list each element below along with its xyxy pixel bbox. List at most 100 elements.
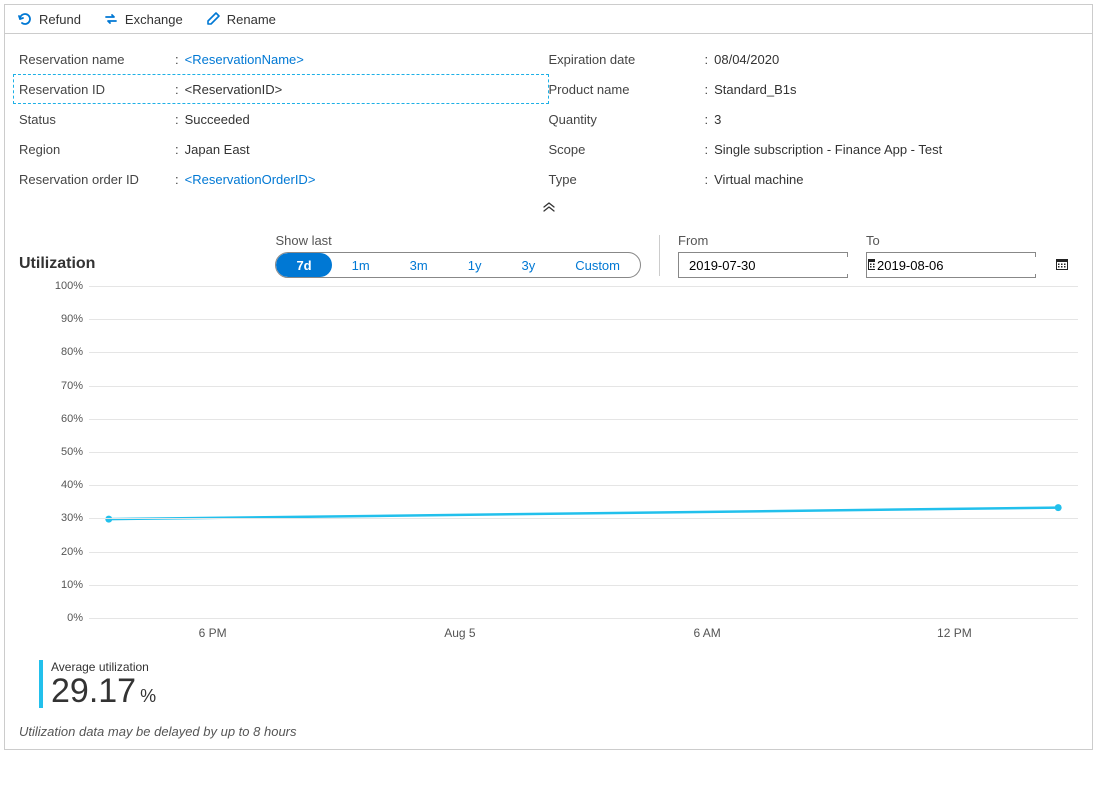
details-row: Region:Japan East [19,134,549,164]
utilization-section: Utilization Show last 7d1m3m1y3yCustom F… [5,221,1092,749]
y-tick: 80% [61,346,83,358]
x-tick: 12 PM [937,626,972,640]
field-value: Standard_B1s [714,82,796,97]
undo-icon [17,11,33,27]
show-last-label: Show last [275,233,641,248]
segment-custom[interactable]: Custom [555,253,640,277]
reservation-panel: Refund Exchange Rename Reservation name:… [4,4,1093,750]
utilization-chart: 0%10%20%30%40%50%60%70%80%90%100% 6 PMAu… [19,286,1078,656]
field-label: Quantity [549,112,705,127]
chart-x-axis: 6 PM Aug 5 6 AM 12 PM [89,618,1078,656]
vertical-divider [659,235,660,276]
field-value: Japan East [185,142,250,157]
to-input[interactable] [875,257,1055,274]
from-field: From [678,233,848,278]
to-field: To [866,233,1036,278]
field-value: 08/04/2020 [714,52,779,67]
y-tick: 90% [61,313,83,325]
field-label: Reservation order ID [19,172,175,187]
exchange-button[interactable]: Exchange [103,11,183,27]
field-value-link[interactable]: <ReservationOrderID> [185,172,316,187]
field-label: Status [19,112,175,127]
calendar-icon[interactable] [1055,257,1069,274]
details-row: Reservation ID:<ReservationID> [13,74,549,104]
y-tick: 10% [61,579,83,591]
details-left-col: Reservation name:<ReservationName>Reserv… [19,44,549,194]
field-value: 3 [714,112,721,127]
details-row: Scope:Single subscription - Finance App … [549,134,1079,164]
time-range-segmented: 7d1m3m1y3yCustom [275,252,641,278]
field-value-link[interactable]: <ReservationName> [185,52,304,67]
average-utilization: Average utilization 29.17 % [39,660,1078,708]
y-tick: 60% [61,413,83,425]
from-label: From [678,233,848,248]
grid-line [89,552,1078,553]
details-row: Reservation order ID:<ReservationOrderID… [19,164,549,194]
utilization-header: Utilization Show last 7d1m3m1y3yCustom F… [19,233,1078,278]
grid-line [89,518,1078,519]
exchange-icon [103,11,119,27]
show-last-field: Show last 7d1m3m1y3yCustom [275,233,641,278]
details-row: Expiration date:08/04/2020 [549,44,1079,74]
refund-label: Refund [39,12,81,27]
segment-1m[interactable]: 1m [332,253,390,277]
y-tick: 70% [61,380,83,392]
grid-line [89,352,1078,353]
pencil-icon [205,11,221,27]
toolbar: Refund Exchange Rename [5,5,1092,34]
details-grid: Reservation name:<ReservationName>Reserv… [5,34,1092,194]
field-value: Single subscription - Finance App - Test [714,142,942,157]
x-tick: Aug 5 [444,626,475,640]
field-label: Expiration date [549,52,705,67]
field-label: Type [549,172,705,187]
from-input-wrap[interactable] [678,252,848,278]
y-tick: 50% [61,446,83,458]
field-label: Product name [549,82,705,97]
grid-line [89,319,1078,320]
segment-3y[interactable]: 3y [501,253,555,277]
y-tick: 40% [61,479,83,491]
from-input[interactable] [687,257,867,274]
rename-label: Rename [227,12,276,27]
y-tick: 30% [61,512,83,524]
chart-y-axis: 0%10%20%30%40%50%60%70%80%90%100% [19,286,89,618]
exchange-label: Exchange [125,12,183,27]
chart-plot [89,286,1078,618]
average-value: 29.17 % [51,674,156,708]
segment-7d[interactable]: 7d [276,253,331,277]
x-tick: 6 PM [199,626,227,640]
field-label: Reservation name [19,52,175,67]
refund-button[interactable]: Refund [17,11,81,27]
field-label: Scope [549,142,705,157]
grid-line [89,386,1078,387]
rename-button[interactable]: Rename [205,11,276,27]
to-label: To [866,233,1036,248]
details-row: Product name:Standard_B1s [549,74,1079,104]
to-input-wrap[interactable] [866,252,1036,278]
segment-3m[interactable]: 3m [390,253,448,277]
grid-line [89,585,1078,586]
utilization-controls: Show last 7d1m3m1y3yCustom From To [275,233,1036,278]
field-label: Region [19,142,175,157]
details-row: Type:Virtual machine [549,164,1079,194]
grid-line [89,452,1078,453]
segment-1y[interactable]: 1y [448,253,502,277]
utilization-disclaimer: Utilization data may be delayed by up to… [19,724,1078,739]
utilization-title: Utilization [19,233,95,273]
field-value: Succeeded [185,112,250,127]
y-tick: 0% [67,612,83,624]
grid-line [89,419,1078,420]
field-label: Reservation ID [19,82,175,97]
x-tick: 6 AM [693,626,720,640]
grid-line [89,286,1078,287]
date-range: From To [678,233,1036,278]
details-right-col: Expiration date:08/04/2020Product name:S… [549,44,1079,194]
field-value: Virtual machine [714,172,803,187]
chevron-up-double-icon [542,200,556,215]
collapse-button[interactable] [5,194,1092,221]
field-value: <ReservationID> [185,82,283,97]
y-tick: 100% [55,280,83,292]
details-row: Status:Succeeded [19,104,549,134]
details-row: Quantity:3 [549,104,1079,134]
details-row: Reservation name:<ReservationName> [19,44,549,74]
